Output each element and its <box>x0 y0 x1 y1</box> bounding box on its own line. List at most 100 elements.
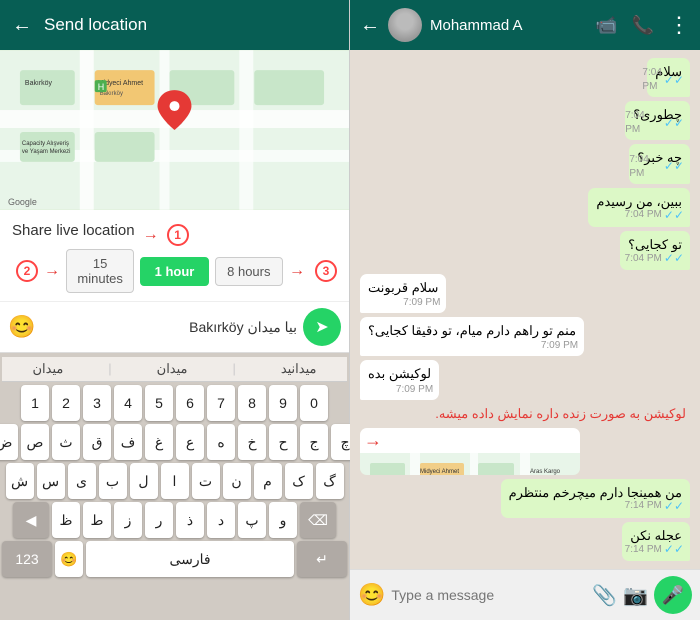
svg-text:ve Yaşam Merkezi: ve Yaşam Merkezi <box>22 149 71 155</box>
location-card: → Google <box>360 428 580 475</box>
key-4[interactable]: 4 <box>114 385 142 421</box>
key-ya[interactable]: ی <box>68 463 96 499</box>
key-vav[interactable]: و <box>269 502 297 538</box>
suggestion-3[interactable]: میدانید <box>281 361 317 377</box>
key-0[interactable]: 0 <box>300 385 328 421</box>
key-3[interactable]: 3 <box>83 385 111 421</box>
svg-text:H: H <box>98 82 104 92</box>
msg-salam: سلام 7:04 PM ✓✓ <box>647 58 690 97</box>
kb-row-1: ض ص ث ق ف غ ع ه خ ح ج چ <box>2 424 347 460</box>
key-zal[interactable]: ذ <box>176 502 204 538</box>
number-row: 1 2 3 4 5 6 7 8 9 0 <box>2 385 347 421</box>
key-ghayn[interactable]: غ <box>145 424 173 460</box>
key-6[interactable]: 6 <box>176 385 204 421</box>
key-5[interactable]: 5 <box>145 385 173 421</box>
key-nun[interactable]: ن <box>223 463 251 499</box>
mic-button[interactable]: 🎤 <box>654 576 692 614</box>
svg-text:Capacity Alışveriş: Capacity Alışveriş <box>22 141 69 147</box>
key-8[interactable]: 8 <box>238 385 266 421</box>
key-te[interactable]: ت <box>192 463 220 499</box>
key-he[interactable]: ح <box>269 424 297 460</box>
key-fe[interactable]: ف <box>114 424 142 460</box>
key-2[interactable]: 2 <box>52 385 80 421</box>
key-shift[interactable]: ◀ <box>13 502 49 538</box>
key-khe[interactable]: خ <box>238 424 266 460</box>
key-jim[interactable]: ج <box>300 424 328 460</box>
msg-location-bede: لوکیشن بده 7:09 PM <box>360 360 439 399</box>
message-input[interactable] <box>41 319 297 335</box>
suggestion-1[interactable]: میدان <box>32 361 63 377</box>
time-8hours[interactable]: 8 hours <box>215 257 283 286</box>
location-map-thumb: Google Midyeci Ahmet Aras Kargo <box>360 453 580 475</box>
camera-icon[interactable]: 📷 <box>623 583 648 608</box>
video-call-icon[interactable]: 📹 <box>595 15 617 36</box>
contact-name: Mohammad A <box>430 17 587 34</box>
key-qaf[interactable]: ق <box>83 424 111 460</box>
left-panel: ← Send location Google <box>0 0 350 620</box>
header-icons: 📹 📞 ⋮ <box>595 12 690 38</box>
msg-chekhabar: چه خبر؟ 7:04 PM ✓✓ <box>629 144 690 183</box>
key-enter[interactable]: ↵ <box>297 541 347 577</box>
chat-input[interactable] <box>391 587 586 603</box>
annotation-3: 3 <box>315 260 337 282</box>
key-za[interactable]: ض <box>0 424 18 460</box>
emoji-icon[interactable]: 😊 <box>8 314 35 340</box>
key-123[interactable]: 123 <box>2 541 52 577</box>
key-ha[interactable]: ه <box>207 424 235 460</box>
key-re[interactable]: ر <box>145 502 173 538</box>
back-icon[interactable]: ← <box>12 14 32 37</box>
msg-ghorbunat: سلام قربونت 7:09 PM <box>360 274 446 313</box>
send-button[interactable]: ➤ <box>303 308 341 346</box>
time-15min[interactable]: 15 minutes <box>66 249 134 293</box>
key-kaf[interactable]: ک <box>285 463 313 499</box>
key-ze[interactable]: ز <box>114 502 142 538</box>
key-zha[interactable]: ظ <box>52 502 80 538</box>
svg-text:Midyeci Ahmet: Midyeci Ahmet <box>420 469 459 475</box>
more-options-icon[interactable]: ⋮ <box>668 12 690 38</box>
annotation-2: 2 <box>16 260 38 282</box>
key-7[interactable]: 7 <box>207 385 235 421</box>
backspace-key[interactable]: ⌫ <box>300 502 336 538</box>
key-be[interactable]: ب <box>99 463 127 499</box>
key-alef[interactable]: ا <box>161 463 189 499</box>
msg-kojaii: تو کجایی؟ 7:04 PM ✓✓ <box>620 231 690 270</box>
key-shin[interactable]: ش <box>6 463 34 499</box>
key-emoji[interactable]: 😊 <box>55 541 83 577</box>
annotation-1: 1 <box>167 224 189 246</box>
send-location-title: Send location <box>44 15 337 35</box>
msg-montazeram: من همینجا دارم میچرخم منتظرم 7:14 PM ✓✓ <box>501 479 690 518</box>
key-9[interactable]: 9 <box>269 385 297 421</box>
right-panel: ← Mohammad A 📹 📞 ⋮ سلام 7:04 PM ✓✓ چطوری… <box>350 0 700 620</box>
key-se[interactable]: ث <box>52 424 80 460</box>
msg-ajale: عجله نکن 7:14 PM ✓✓ <box>622 522 690 561</box>
key-eyn[interactable]: ع <box>176 424 204 460</box>
msg-rassidam: ببین، من رسیدم 7:04 PM ✓✓ <box>588 188 690 227</box>
key-mim[interactable]: م <box>254 463 282 499</box>
key-dal[interactable]: د <box>207 502 235 538</box>
voice-call-icon[interactable]: 📞 <box>632 15 654 36</box>
key-farsi[interactable]: فارسی <box>86 541 294 577</box>
time-1hour[interactable]: 1 hour <box>140 257 208 286</box>
keyboard-suggestions: میدان | میدان | میدانید <box>2 357 347 382</box>
key-sin[interactable]: س <box>37 463 65 499</box>
svg-text:Bakırköy: Bakırköy <box>25 80 53 87</box>
kb-row-2: ش س ی ب ل ا ت ن م ک گ <box>2 463 347 499</box>
key-sad[interactable]: ص <box>21 424 49 460</box>
key-gaf[interactable]: گ <box>316 463 344 499</box>
key-pe[interactable]: پ <box>238 502 266 538</box>
map-area: Google Bakırköy Midyeci Ahmet Bakırköy C… <box>0 50 349 210</box>
suggestion-2[interactable]: میدان <box>157 361 188 377</box>
arrow-annotation: → <box>364 430 382 451</box>
key-lam[interactable]: ل <box>130 463 158 499</box>
chat-back-icon[interactable]: ← <box>360 14 380 37</box>
key-1[interactable]: 1 <box>21 385 49 421</box>
chat-emoji-icon[interactable]: 😊 <box>358 582 385 608</box>
keyboard: میدان | میدان | میدانید 1 2 3 4 5 6 7 8 … <box>0 353 349 620</box>
right-header: ← Mohammad A 📹 📞 ⋮ <box>350 0 700 50</box>
chat-input-row: 😊 📎 📷 🎤 <box>350 569 700 620</box>
share-title: Share live location <box>12 222 135 239</box>
left-header: ← Send location <box>0 0 349 50</box>
key-ta[interactable]: ط <box>83 502 111 538</box>
attachment-icon[interactable]: 📎 <box>592 583 617 608</box>
chat-messages: سلام 7:04 PM ✓✓ چطوری؟ 7:04 PM ✓✓ چه خبر… <box>350 50 700 569</box>
